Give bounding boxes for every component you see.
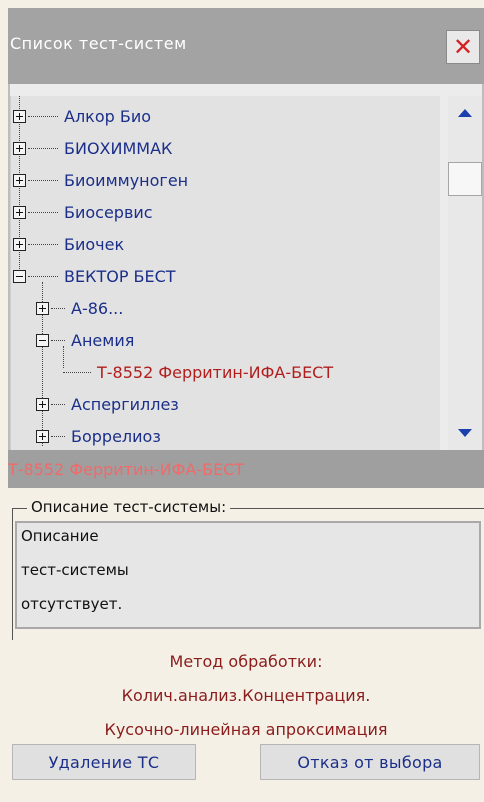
tree-item-ferritin[interactable]: Т-8552 Ферритин-ИФА-БЕСТ — [63, 356, 333, 388]
test-system-tree: Алкор Био БИОХИММАК Биоиммуноген Биосерв… — [10, 96, 440, 450]
method-line-2: Кусочно-линейная апроксимация — [104, 720, 388, 739]
tree-panel: Алкор Био БИОХИММАК Биоиммуноген Биосерв… — [8, 84, 484, 450]
description-line: Описание — [21, 527, 99, 545]
description-line: отсутствует. — [21, 595, 123, 613]
tree-item-aspergillez[interactable]: Аспергиллез — [36, 388, 179, 420]
description-group: Описание тест-системы: Описание тест-сис… — [12, 498, 484, 640]
expand-icon[interactable] — [13, 237, 26, 251]
tree-item-label: Биосервис — [64, 202, 153, 222]
processing-method: Метод обработки: Колич.анализ.Концентрац… — [8, 640, 484, 746]
tree-item-label: Боррелиоз — [71, 426, 161, 446]
method-heading: Метод обработки: — [169, 652, 323, 671]
tree-item-alkor-bio[interactable]: Алкор Био — [13, 100, 151, 132]
tree-item-label: Т-8552 Ферритин-ИФА-БЕСТ — [97, 362, 334, 382]
tree-item-label: Биочек — [64, 234, 125, 254]
collapse-icon[interactable] — [13, 269, 26, 283]
tree-branch-line — [28, 275, 58, 277]
tree-branch-line — [28, 211, 58, 213]
tree-item-bioimmunogen[interactable]: Биоиммуноген — [13, 164, 188, 196]
tree-branch-line — [28, 147, 58, 149]
arrow-down-icon — [458, 429, 472, 437]
tree-item-label: ВЕКТОР БЕСТ — [64, 266, 176, 286]
expand-icon[interactable] — [36, 301, 49, 315]
tree-branch-line — [51, 403, 65, 405]
method-line-1: Колич.анализ.Концентрация. — [121, 686, 371, 705]
tree-item-label: Аспергиллез — [71, 394, 179, 414]
tree-item-borrelioz[interactable]: Боррелиоз — [36, 420, 161, 450]
tree-item-biohimmak[interactable]: БИОХИММАК — [13, 132, 172, 164]
tree-branch-line — [28, 115, 58, 117]
tree-branch-line — [51, 339, 65, 341]
scroll-up-button[interactable] — [448, 96, 482, 130]
expand-icon[interactable] — [36, 397, 49, 411]
title-bar: Список тест-систем ✕ — [8, 8, 484, 84]
tree-item-label: Анемия — [71, 330, 135, 350]
tree-item-label: БИОХИММАК — [64, 138, 173, 158]
description-legend: Описание тест-системы: — [27, 498, 231, 516]
tree-item-biochek[interactable]: Биочек — [13, 228, 124, 260]
tree-branch-line — [51, 307, 65, 309]
expand-icon[interactable] — [13, 173, 26, 187]
close-button[interactable]: ✕ — [446, 30, 480, 64]
close-icon: ✕ — [452, 33, 474, 61]
tree-item-label: Алкор Био — [64, 106, 152, 126]
collapse-icon[interactable] — [36, 333, 49, 347]
tree-branch-line — [63, 371, 91, 373]
tree-item-anemia[interactable]: Анемия — [36, 324, 134, 356]
arrow-up-icon — [458, 109, 472, 117]
description-box: Описание тест-системы отсутствует. — [15, 521, 481, 629]
tree-branch-line — [28, 179, 58, 181]
selected-test-system: Т-8552 Ферритин-ИФА-БЕСТ — [8, 450, 484, 488]
tree-scrollbar[interactable] — [448, 96, 482, 450]
tree-branch-line — [51, 435, 65, 437]
tree-item-a86[interactable]: А-86... — [36, 292, 123, 324]
expand-icon[interactable] — [36, 429, 49, 443]
tree-item-label: А-86... — [71, 298, 124, 318]
delete-ts-button[interactable]: Удаление ТС — [12, 744, 196, 780]
tree-item-label: Биоиммуноген — [64, 170, 189, 190]
scroll-down-button[interactable] — [448, 416, 482, 450]
scroll-thumb[interactable] — [448, 162, 482, 196]
tree-item-vektor-best[interactable]: ВЕКТОР БЕСТ — [13, 260, 176, 292]
expand-icon[interactable] — [13, 109, 26, 123]
test-systems-window: Список тест-систем ✕ Алкор Био БИОХИММАК — [8, 8, 484, 802]
tree-branch-line — [28, 243, 58, 245]
expand-icon[interactable] — [13, 141, 26, 155]
description-line: тест-системы — [21, 561, 129, 579]
tree-item-bioservis[interactable]: Биосервис — [13, 196, 153, 228]
expand-icon[interactable] — [13, 205, 26, 219]
cancel-selection-button[interactable]: Отказ от выбора — [260, 744, 480, 780]
window-title: Список тест-систем — [10, 34, 187, 53]
